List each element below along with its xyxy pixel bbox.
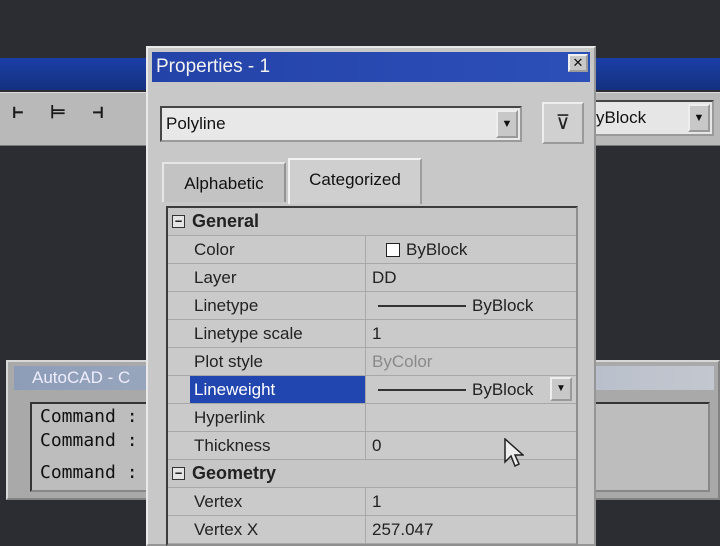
chevron-down-icon[interactable]: ▼	[688, 104, 710, 132]
property-value[interactable]: 0	[370, 432, 576, 459]
property-value[interactable]: ByBlock	[370, 236, 576, 263]
property-name: Plot style	[190, 348, 366, 375]
property-row-linetype-scale[interactable]: Linetype scale 1	[168, 320, 576, 348]
plot-style-value: ByColor	[372, 352, 433, 371]
lineweight-combo-value: yBlock	[596, 108, 647, 127]
tab-categorized[interactable]: Categorized	[288, 158, 422, 204]
object-type-select[interactable]: Polyline ▼	[160, 106, 522, 142]
dim-baseline-icon[interactable]: ⊣	[84, 100, 112, 126]
vertex-x-value: 257.047	[372, 520, 434, 539]
property-value: ByColor	[370, 348, 576, 375]
tab-alphabetic[interactable]: Alphabetic	[162, 162, 286, 202]
command-prompt[interactable]: Command :	[40, 462, 138, 483]
property-name: Linetype	[190, 292, 366, 319]
property-value[interactable]: DD	[370, 264, 576, 291]
chevron-down-icon[interactable]: ▼	[496, 110, 518, 138]
property-value[interactable]: 1	[370, 488, 576, 515]
property-value[interactable]: 1	[370, 320, 576, 347]
vertex-value: 1	[372, 492, 382, 511]
dim-aligned-icon[interactable]: ⊨	[44, 100, 72, 126]
category-general[interactable]: − General	[168, 208, 576, 236]
category-label: General	[192, 211, 260, 231]
property-name: Lineweight	[190, 376, 366, 403]
property-value[interactable]: ByBlock	[370, 292, 576, 319]
color-value: ByBlock	[406, 240, 468, 259]
property-name: Linetype scale	[190, 320, 366, 347]
filter-icon: ⊽	[555, 112, 571, 134]
command-line: Command :	[40, 406, 138, 427]
collapse-icon[interactable]: −	[172, 467, 185, 480]
property-grid: − General Color ByBlock Layer DD Linetyp…	[166, 206, 578, 546]
property-row-lineweight[interactable]: Lineweight ByBlock ▼	[168, 376, 576, 404]
property-row-layer[interactable]: Layer DD	[168, 264, 576, 292]
property-name: Layer	[190, 264, 366, 291]
dim-linear-icon[interactable]: ⊢	[4, 100, 32, 126]
properties-palette: Properties - 1 ✕ Polyline ▼ ⊽ Alphabetic…	[146, 46, 596, 546]
property-value[interactable]	[370, 404, 576, 431]
thickness-value: 0	[372, 436, 382, 455]
quick-select-button[interactable]: ⊽	[542, 102, 584, 144]
lineweight-sample	[378, 389, 466, 391]
palette-title: Properties - 1	[152, 52, 590, 82]
property-value[interactable]: ByBlock ▼	[370, 376, 576, 403]
close-icon[interactable]: ✕	[568, 54, 588, 72]
property-name: Hyperlink	[190, 404, 366, 431]
color-swatch-icon	[386, 243, 400, 257]
property-name: Vertex	[190, 488, 366, 515]
command-line: Command :	[40, 430, 138, 451]
linetype-value: ByBlock	[472, 296, 534, 315]
property-row-plot-style[interactable]: Plot style ByColor	[168, 348, 576, 376]
linetype-scale-value: 1	[372, 324, 382, 343]
property-row-linetype[interactable]: Linetype ByBlock	[168, 292, 576, 320]
property-row-hyperlink[interactable]: Hyperlink	[168, 404, 576, 432]
layer-value: DD	[372, 268, 397, 287]
property-value[interactable]: 257.047	[370, 516, 576, 543]
property-name: Color	[190, 236, 366, 263]
lineweight-value: ByBlock	[472, 380, 534, 399]
mouse-cursor-icon	[504, 438, 524, 468]
collapse-icon[interactable]: −	[172, 215, 185, 228]
chevron-down-icon[interactable]: ▼	[550, 377, 572, 401]
property-row-color[interactable]: Color ByBlock	[168, 236, 576, 264]
lineweight-combo[interactable]: yBlock ▼	[590, 100, 714, 136]
property-name: Thickness	[190, 432, 366, 459]
property-row-vertex[interactable]: Vertex 1	[168, 488, 576, 516]
category-label: Geometry	[192, 463, 277, 483]
object-type-value: Polyline	[166, 114, 226, 133]
property-name: Vertex X	[190, 516, 366, 543]
linetype-sample	[378, 305, 466, 307]
